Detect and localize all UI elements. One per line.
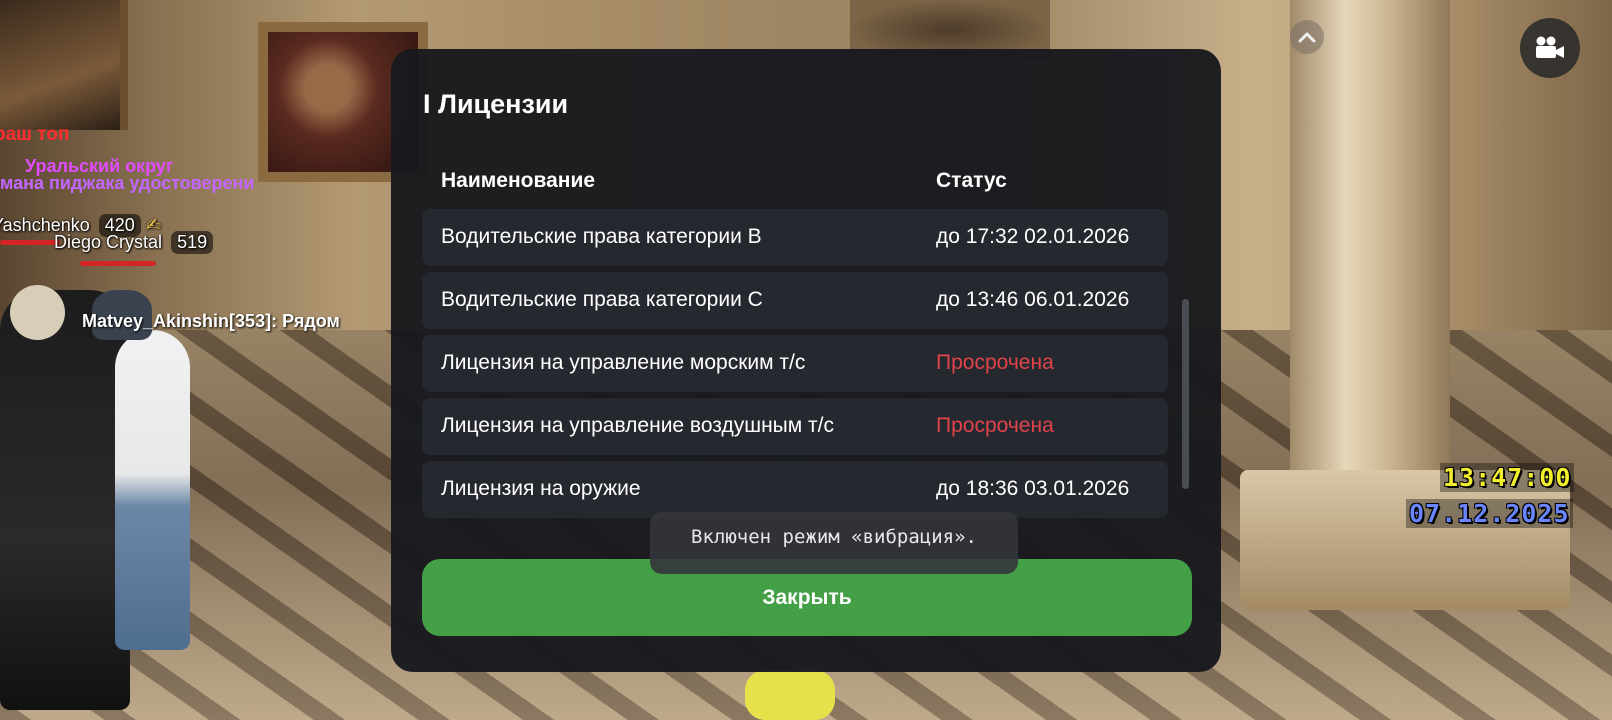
license-name: Лицензия на управление воздушным т/с [441,414,834,437]
chat-bubble-line: Matvey_Akinshin[353]: Рядом [82,311,340,331]
game-clock-time: 13:47:00 [1440,463,1575,492]
license-name: Водительские права категории B [441,225,762,248]
column-header-status: Статус [936,169,1007,192]
player-level-badge: 519 [171,231,214,254]
player-health-bar [0,240,60,245]
license-row: Лицензия на оружие до 18:36 03.01.2026 [422,461,1168,518]
license-name: Лицензия на управление морским т/с [441,351,806,374]
video-camera-icon [1536,36,1564,58]
list-scrollbar[interactable] [1182,299,1189,489]
player-nameplate-2: Diego Crystal 519 [54,231,214,254]
nameplate-tag-red: раш топ [0,124,70,145]
license-name: Лицензия на оружие [441,477,641,500]
vibration-toast: Включен режим «вибрация». [650,512,1018,574]
license-row: Лицензия на управление морским т/с Проср… [422,335,1168,392]
license-status: до 17:32 02.01.2026 [936,225,1130,248]
license-status: до 18:36 03.01.2026 [936,477,1130,500]
license-status: до 13:46 06.01.2026 [936,288,1130,311]
player-character-black-jacket [0,290,130,710]
portrait-painting-left [0,0,128,130]
camera-button[interactable] [1520,18,1580,78]
dialog-title: I Лицензии [423,89,569,119]
license-row: Водительские права категории C до 13:46 … [422,272,1168,329]
collapse-button[interactable] [1290,20,1324,54]
license-row: Водительские права категории B до 17:32 … [422,209,1168,266]
license-status-expired: Просрочена [936,414,1054,437]
chevron-up-icon [1298,32,1316,43]
license-status-expired: Просрочена [936,351,1054,374]
license-row: Лицензия на управление воздушным т/с Про… [422,398,1168,455]
license-name: Водительские права категории C [441,288,763,311]
player-character-white-shirt [115,330,190,650]
player-character-head [10,285,65,340]
column-header-name: Наименование [441,169,596,192]
player-health-bar [80,261,156,266]
licenses-dialog: I Лицензии Наименование Статус Водительс… [391,49,1221,672]
own-character-feet [745,670,835,720]
game-clock-date: 07.12.2025 [1406,499,1573,528]
nameplate-status: мана пиджака удостоверени [0,173,255,193]
player-name: Diego Crystal [54,232,163,252]
